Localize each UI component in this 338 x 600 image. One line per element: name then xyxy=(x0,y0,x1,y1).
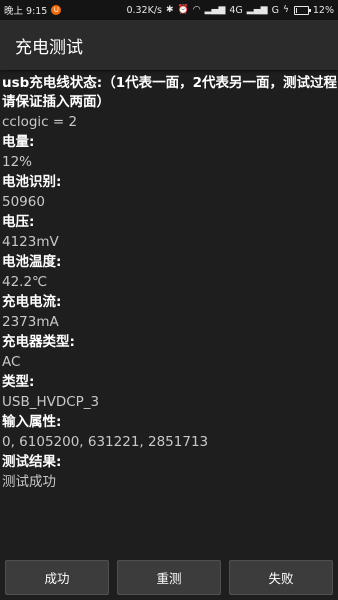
field-charger-type: 充电器类型: AC xyxy=(2,332,338,372)
field-label: 充电器类型: xyxy=(2,334,75,350)
field-value: 2373mA xyxy=(2,314,59,330)
field-charge-current: 充电电流: 2373mA xyxy=(2,292,338,332)
field-value: 12% xyxy=(2,154,33,170)
signal-bars-2-icon: ▂▄▆ xyxy=(246,4,268,15)
action-buttons: 成功 重测 失败 xyxy=(0,560,338,600)
notification-badge-icon: U xyxy=(51,5,62,15)
field-value: 测试成功 xyxy=(2,474,56,490)
field-value: 50960 xyxy=(2,194,45,210)
page-title: 充电测试 xyxy=(15,37,83,58)
signal-type-1: 4G xyxy=(229,4,243,16)
signal-bars-icon: ▂▄▆ xyxy=(204,4,226,15)
field-label: 电池温度: xyxy=(2,254,62,270)
bluetooth-icon: ✱ xyxy=(166,4,174,15)
battery-percent: 12% xyxy=(312,4,334,16)
field-test-result: 测试结果: 测试成功 xyxy=(2,452,338,492)
charging-icon: ϟ xyxy=(282,4,289,15)
alarm-icon: ⏰ xyxy=(177,4,189,15)
wifi-icon: ◠ xyxy=(192,4,201,15)
field-value: 4123mV xyxy=(2,234,59,250)
field-battery-level: 电量: 12% xyxy=(2,132,338,172)
field-label: 电量: xyxy=(2,134,35,150)
network-speed: 0.32K/s xyxy=(126,4,162,16)
retest-button[interactable]: 重测 xyxy=(117,560,221,595)
field-value: AC xyxy=(2,354,21,370)
app-bar: 充电测试 xyxy=(0,20,338,70)
status-bar: 晚上 9:15 U 0.32K/s ✱ ⏰ ◠ ▂▄▆ 4G ▂▄▆ G ϟ 1… xyxy=(0,0,338,20)
status-time: 晚上 9:15 xyxy=(4,6,48,17)
field-label: 充电电流: xyxy=(2,294,62,310)
field-label: 测试结果: xyxy=(2,454,62,470)
field-type: 类型: USB_HVDCP_3 xyxy=(2,372,338,412)
fail-button[interactable]: 失败 xyxy=(229,560,333,595)
success-button[interactable]: 成功 xyxy=(5,560,109,595)
field-label: 电压: xyxy=(2,214,35,230)
field-input-properties: 输入属性: 0, 6105200, 631221, 2851713 xyxy=(2,412,338,452)
battery-icon xyxy=(293,5,311,15)
field-value: 0, 6105200, 631221, 2851713 xyxy=(2,434,209,450)
field-usb-cable-status: usb充电线状态:（1代表一面，2代表另一面，测试过程请保证插入两面） cclo… xyxy=(2,74,338,132)
signal-type-2: G xyxy=(271,4,279,16)
field-label: 电池识别: xyxy=(2,174,62,190)
field-battery-id: 电池识别: 50960 xyxy=(2,172,338,212)
field-label: 类型: xyxy=(2,374,35,390)
field-label: usb充电线状态:（1代表一面，2代表另一面，测试过程请保证插入两面） xyxy=(2,75,337,110)
field-value: cclogic = 2 xyxy=(2,114,78,130)
field-value: USB_HVDCP_3 xyxy=(2,394,100,410)
field-label: 输入属性: xyxy=(2,414,62,430)
field-value: 42.2℃ xyxy=(2,274,48,290)
info-list: usb充电线状态:（1代表一面，2代表另一面，测试过程请保证插入两面） cclo… xyxy=(0,70,338,492)
field-voltage: 电压: 4123mV xyxy=(2,212,338,252)
field-battery-temperature: 电池温度: 42.2℃ xyxy=(2,252,338,292)
